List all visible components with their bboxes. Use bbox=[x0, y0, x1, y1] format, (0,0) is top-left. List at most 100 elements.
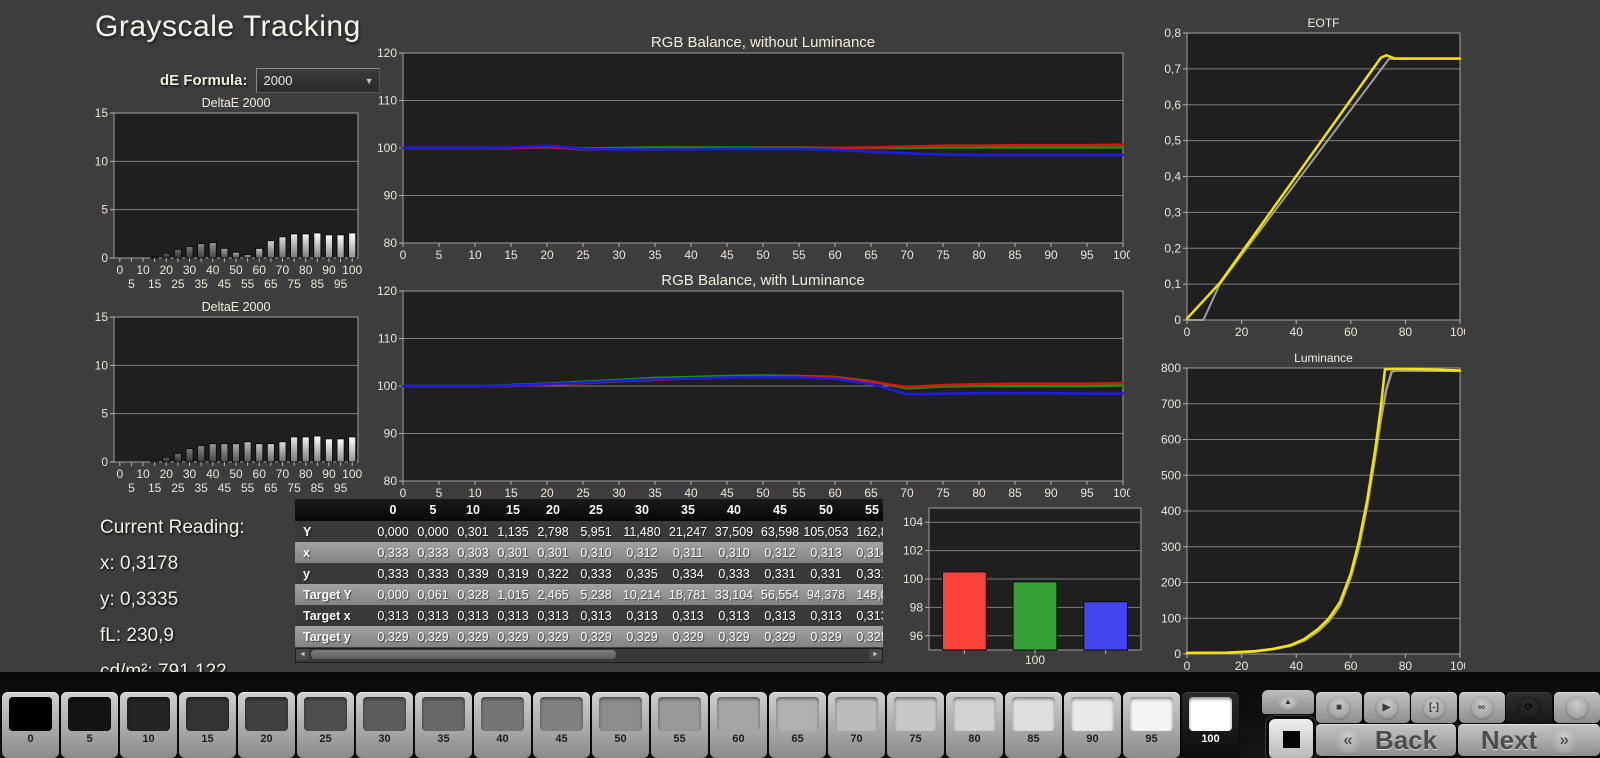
table-row-label: x bbox=[303, 545, 310, 560]
gray-patch bbox=[245, 697, 288, 731]
pattern-swatch-90[interactable]: 90 bbox=[1064, 692, 1121, 758]
next-chevron-icon: » bbox=[1551, 727, 1578, 753]
pattern-swatch-30[interactable]: 30 bbox=[356, 692, 413, 758]
play-button[interactable]: ▶ bbox=[1363, 692, 1410, 723]
svg-text:Luminance: Luminance bbox=[1294, 351, 1353, 365]
pattern-swatch-100[interactable]: 100 bbox=[1182, 692, 1239, 758]
svg-text:80: 80 bbox=[299, 467, 313, 481]
deltae-bottom-chart: DeltaE 2000 0 5 10 15 0 5 10 15 20 25 30 35 40 45 50 55 6… bbox=[84, 300, 378, 506]
interval-button[interactable]: [-] bbox=[1411, 692, 1457, 723]
svg-text:EOTF: EOTF bbox=[1308, 16, 1340, 30]
pattern-swatch-15[interactable]: 15 bbox=[179, 692, 236, 758]
current-reading: Current Reading: x: 0,3178 y: 0,3335 fL:… bbox=[100, 510, 245, 690]
pattern-swatch-85[interactable]: 85 bbox=[1005, 692, 1062, 758]
gray-patch bbox=[717, 697, 760, 731]
refresh-button[interactable]: ⟳ bbox=[1506, 692, 1552, 723]
table-row-y: Y 0,000 0,000 0,301 1,135 2,798 5,951 11,480 21,… bbox=[295, 521, 883, 542]
gray-patch bbox=[68, 697, 111, 731]
pattern-level-label: 30 bbox=[378, 733, 391, 745]
pattern-swatch-55[interactable]: 55 bbox=[651, 692, 708, 758]
pattern-swatch-50[interactable]: 50 bbox=[592, 692, 649, 758]
table-cell: 0,313 bbox=[497, 608, 529, 623]
svg-text:100: 100 bbox=[1025, 653, 1045, 667]
pattern-swatch-35[interactable]: 35 bbox=[415, 692, 472, 758]
scrollbar-thumb[interactable] bbox=[311, 650, 616, 659]
table-cell: 0,301 bbox=[497, 545, 529, 560]
collapse-pattern-bar-button[interactable]: ▲ bbox=[1262, 690, 1314, 714]
svg-text:15: 15 bbox=[148, 277, 162, 291]
svg-text:10: 10 bbox=[136, 467, 150, 481]
table-cell: 0,313 bbox=[417, 608, 449, 623]
svg-text:30: 30 bbox=[183, 467, 197, 481]
pattern-swatch-25[interactable]: 25 bbox=[297, 692, 354, 758]
pattern-swatch-45[interactable]: 45 bbox=[533, 692, 590, 758]
svg-text:20: 20 bbox=[160, 467, 174, 481]
table-cell: 0,333 bbox=[718, 566, 750, 581]
scroll-left-icon[interactable]: ◄ bbox=[296, 649, 309, 660]
svg-text:75: 75 bbox=[936, 248, 950, 262]
table-cell: 0,329 bbox=[537, 629, 569, 644]
svg-text:75: 75 bbox=[287, 481, 301, 495]
svg-text:20: 20 bbox=[1235, 659, 1249, 673]
gray-patch bbox=[835, 697, 878, 731]
pattern-level-label: 35 bbox=[437, 733, 450, 745]
svg-text:85: 85 bbox=[311, 277, 325, 291]
pattern-swatch-80[interactable]: 80 bbox=[946, 692, 1003, 758]
svg-text:65: 65 bbox=[264, 481, 278, 495]
pattern-swatch-65[interactable]: 65 bbox=[769, 692, 826, 758]
loop-button[interactable]: ∞ bbox=[1458, 692, 1505, 723]
gray-patch bbox=[540, 697, 583, 731]
table-col-header: 45 bbox=[773, 503, 787, 517]
stop-button[interactable]: ■ bbox=[1316, 692, 1362, 723]
table-cell: 0,335 bbox=[626, 566, 658, 581]
table-cell: 0,301 bbox=[537, 545, 569, 560]
pattern-swatch-10[interactable]: 10 bbox=[120, 692, 177, 758]
svg-text:15: 15 bbox=[504, 486, 518, 500]
pattern-swatch-40[interactable]: 40 bbox=[474, 692, 531, 758]
svg-text:55: 55 bbox=[241, 481, 255, 495]
svg-text:100: 100 bbox=[1450, 659, 1465, 673]
svg-text:50: 50 bbox=[756, 486, 770, 500]
pattern-swatch-70[interactable]: 70 bbox=[828, 692, 885, 758]
pattern-level-label: 20 bbox=[260, 733, 273, 745]
pattern-swatch-75[interactable]: 75 bbox=[887, 692, 944, 758]
table-row-target-y: Target Y 0,000 0,061 0,328 1,015 2,465 5,238 10… bbox=[295, 584, 883, 605]
pattern-swatch-95[interactable]: 95 bbox=[1123, 692, 1180, 758]
svg-text:25: 25 bbox=[171, 277, 185, 291]
gray-patch bbox=[186, 697, 229, 731]
pattern-swatch-20[interactable]: 20 bbox=[238, 692, 295, 758]
pattern-swatch-0[interactable]: 0 bbox=[2, 692, 59, 758]
next-button[interactable]: Next » bbox=[1458, 724, 1600, 756]
gray-patch bbox=[9, 697, 52, 731]
pattern-swatch-60[interactable]: 60 bbox=[710, 692, 767, 758]
reading-x: x: 0,3178 bbox=[100, 553, 179, 574]
scroll-right-icon[interactable]: ► bbox=[869, 649, 882, 660]
table-cell: 0,329 bbox=[377, 629, 409, 644]
svg-text:0,5: 0,5 bbox=[1164, 134, 1181, 148]
svg-text:0: 0 bbox=[101, 455, 108, 469]
back-button[interactable]: « Back bbox=[1316, 724, 1456, 756]
pattern-level-label: 60 bbox=[732, 733, 745, 745]
deltae-top-chart: DeltaE 2000 0 5 10 15 0 5 10 15 20 25 30 35 40 45 50 55 6… bbox=[84, 96, 378, 302]
de-formula-dropdown[interactable]: 2000 ▼ bbox=[255, 68, 380, 93]
svg-text:35: 35 bbox=[648, 486, 662, 500]
svg-text:80: 80 bbox=[299, 263, 313, 277]
table-cell: 11,480 bbox=[623, 524, 661, 539]
pattern-window-button[interactable] bbox=[1266, 716, 1316, 758]
svg-text:100: 100 bbox=[1450, 325, 1465, 339]
svg-text:110: 110 bbox=[378, 94, 397, 108]
record-button[interactable] bbox=[1553, 692, 1600, 723]
svg-text:30: 30 bbox=[612, 486, 626, 500]
svg-text:120: 120 bbox=[377, 46, 397, 60]
svg-text:75: 75 bbox=[287, 277, 301, 291]
table-horizontal-scrollbar[interactable]: ◄ ► bbox=[295, 648, 883, 663]
table-cell: 0,329 bbox=[764, 629, 796, 644]
svg-text:0: 0 bbox=[116, 467, 123, 481]
pattern-level-label: 10 bbox=[142, 733, 155, 745]
next-button-label: Next bbox=[1480, 724, 1538, 755]
svg-text:40: 40 bbox=[206, 467, 220, 481]
svg-text:40: 40 bbox=[206, 263, 220, 277]
pattern-swatch-5[interactable]: 5 bbox=[61, 692, 118, 758]
table-cell: 5,238 bbox=[580, 587, 612, 602]
svg-text:400: 400 bbox=[1161, 504, 1181, 518]
